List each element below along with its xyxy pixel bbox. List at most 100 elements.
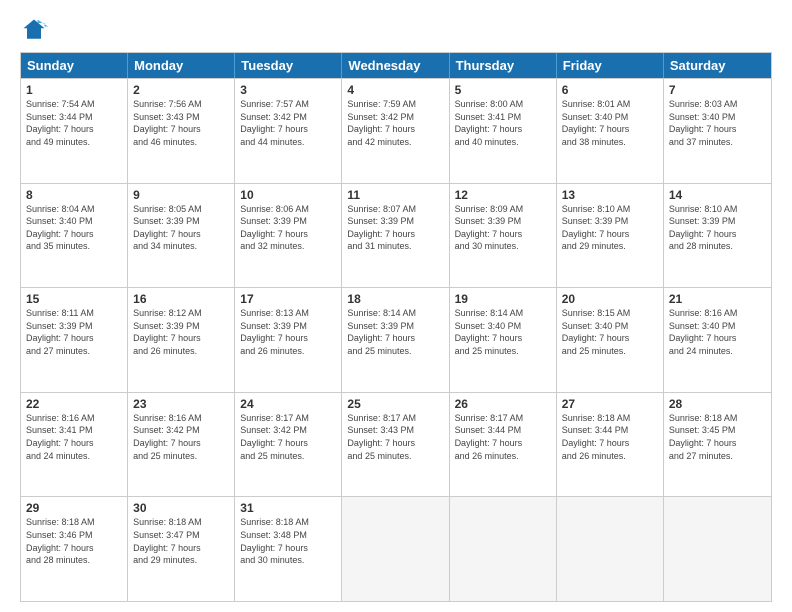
day-info: Sunrise: 8:16 AMSunset: 3:41 PMDaylight:… [26, 412, 122, 462]
day-number: 3 [240, 83, 336, 97]
calendar-cell: 16Sunrise: 8:12 AMSunset: 3:39 PMDayligh… [128, 288, 235, 392]
day-number: 12 [455, 188, 551, 202]
day-number: 9 [133, 188, 229, 202]
logo-icon [20, 16, 48, 44]
calendar-cell: 3Sunrise: 7:57 AMSunset: 3:42 PMDaylight… [235, 79, 342, 183]
day-info: Sunrise: 8:16 AMSunset: 3:42 PMDaylight:… [133, 412, 229, 462]
calendar-cell: 25Sunrise: 8:17 AMSunset: 3:43 PMDayligh… [342, 393, 449, 497]
day-number: 16 [133, 292, 229, 306]
day-number: 6 [562, 83, 658, 97]
calendar-cell: 29Sunrise: 8:18 AMSunset: 3:46 PMDayligh… [21, 497, 128, 601]
day-info: Sunrise: 8:16 AMSunset: 3:40 PMDaylight:… [669, 307, 766, 357]
day-number: 19 [455, 292, 551, 306]
header-cell-sunday: Sunday [21, 53, 128, 78]
day-info: Sunrise: 8:14 AMSunset: 3:39 PMDaylight:… [347, 307, 443, 357]
header-cell-tuesday: Tuesday [235, 53, 342, 78]
day-number: 25 [347, 397, 443, 411]
day-number: 15 [26, 292, 122, 306]
day-info: Sunrise: 8:18 AMSunset: 3:47 PMDaylight:… [133, 516, 229, 566]
day-info: Sunrise: 8:06 AMSunset: 3:39 PMDaylight:… [240, 203, 336, 253]
day-info: Sunrise: 8:18 AMSunset: 3:44 PMDaylight:… [562, 412, 658, 462]
day-info: Sunrise: 8:05 AMSunset: 3:39 PMDaylight:… [133, 203, 229, 253]
calendar-week-1: 1Sunrise: 7:54 AMSunset: 3:44 PMDaylight… [21, 78, 771, 183]
calendar-cell [557, 497, 664, 601]
day-info: Sunrise: 7:56 AMSunset: 3:43 PMDaylight:… [133, 98, 229, 148]
day-info: Sunrise: 7:59 AMSunset: 3:42 PMDaylight:… [347, 98, 443, 148]
day-info: Sunrise: 8:10 AMSunset: 3:39 PMDaylight:… [669, 203, 766, 253]
day-number: 13 [562, 188, 658, 202]
calendar-cell: 24Sunrise: 8:17 AMSunset: 3:42 PMDayligh… [235, 393, 342, 497]
day-info: Sunrise: 8:18 AMSunset: 3:48 PMDaylight:… [240, 516, 336, 566]
day-info: Sunrise: 8:17 AMSunset: 3:43 PMDaylight:… [347, 412, 443, 462]
day-number: 10 [240, 188, 336, 202]
day-info: Sunrise: 8:04 AMSunset: 3:40 PMDaylight:… [26, 203, 122, 253]
calendar-cell: 1Sunrise: 7:54 AMSunset: 3:44 PMDaylight… [21, 79, 128, 183]
day-number: 18 [347, 292, 443, 306]
calendar-cell: 12Sunrise: 8:09 AMSunset: 3:39 PMDayligh… [450, 184, 557, 288]
day-info: Sunrise: 8:14 AMSunset: 3:40 PMDaylight:… [455, 307, 551, 357]
calendar-cell: 17Sunrise: 8:13 AMSunset: 3:39 PMDayligh… [235, 288, 342, 392]
calendar-week-2: 8Sunrise: 8:04 AMSunset: 3:40 PMDaylight… [21, 183, 771, 288]
day-number: 29 [26, 501, 122, 515]
day-info: Sunrise: 8:10 AMSunset: 3:39 PMDaylight:… [562, 203, 658, 253]
day-number: 1 [26, 83, 122, 97]
calendar-cell: 18Sunrise: 8:14 AMSunset: 3:39 PMDayligh… [342, 288, 449, 392]
day-number: 7 [669, 83, 766, 97]
calendar: SundayMondayTuesdayWednesdayThursdayFrid… [20, 52, 772, 602]
day-info: Sunrise: 7:57 AMSunset: 3:42 PMDaylight:… [240, 98, 336, 148]
day-number: 2 [133, 83, 229, 97]
header-cell-monday: Monday [128, 53, 235, 78]
day-number: 28 [669, 397, 766, 411]
calendar-cell: 11Sunrise: 8:07 AMSunset: 3:39 PMDayligh… [342, 184, 449, 288]
day-info: Sunrise: 8:17 AMSunset: 3:42 PMDaylight:… [240, 412, 336, 462]
day-info: Sunrise: 8:03 AMSunset: 3:40 PMDaylight:… [669, 98, 766, 148]
day-number: 22 [26, 397, 122, 411]
day-info: Sunrise: 8:15 AMSunset: 3:40 PMDaylight:… [562, 307, 658, 357]
day-info: Sunrise: 8:00 AMSunset: 3:41 PMDaylight:… [455, 98, 551, 148]
header-cell-thursday: Thursday [450, 53, 557, 78]
calendar-cell: 13Sunrise: 8:10 AMSunset: 3:39 PMDayligh… [557, 184, 664, 288]
calendar-cell: 23Sunrise: 8:16 AMSunset: 3:42 PMDayligh… [128, 393, 235, 497]
day-number: 20 [562, 292, 658, 306]
day-number: 5 [455, 83, 551, 97]
calendar-cell: 30Sunrise: 8:18 AMSunset: 3:47 PMDayligh… [128, 497, 235, 601]
header [20, 16, 772, 44]
calendar-cell [664, 497, 771, 601]
header-cell-wednesday: Wednesday [342, 53, 449, 78]
day-info: Sunrise: 7:54 AMSunset: 3:44 PMDaylight:… [26, 98, 122, 148]
calendar-cell: 21Sunrise: 8:16 AMSunset: 3:40 PMDayligh… [664, 288, 771, 392]
day-number: 26 [455, 397, 551, 411]
calendar-cell: 5Sunrise: 8:00 AMSunset: 3:41 PMDaylight… [450, 79, 557, 183]
day-number: 4 [347, 83, 443, 97]
calendar-header-row: SundayMondayTuesdayWednesdayThursdayFrid… [21, 53, 771, 78]
calendar-week-5: 29Sunrise: 8:18 AMSunset: 3:46 PMDayligh… [21, 496, 771, 601]
calendar-cell: 10Sunrise: 8:06 AMSunset: 3:39 PMDayligh… [235, 184, 342, 288]
header-cell-friday: Friday [557, 53, 664, 78]
calendar-cell: 19Sunrise: 8:14 AMSunset: 3:40 PMDayligh… [450, 288, 557, 392]
calendar-cell: 26Sunrise: 8:17 AMSunset: 3:44 PMDayligh… [450, 393, 557, 497]
day-info: Sunrise: 8:13 AMSunset: 3:39 PMDaylight:… [240, 307, 336, 357]
calendar-cell [342, 497, 449, 601]
day-info: Sunrise: 8:18 AMSunset: 3:45 PMDaylight:… [669, 412, 766, 462]
calendar-cell: 9Sunrise: 8:05 AMSunset: 3:39 PMDaylight… [128, 184, 235, 288]
calendar-body: 1Sunrise: 7:54 AMSunset: 3:44 PMDaylight… [21, 78, 771, 601]
calendar-cell: 14Sunrise: 8:10 AMSunset: 3:39 PMDayligh… [664, 184, 771, 288]
day-number: 17 [240, 292, 336, 306]
day-info: Sunrise: 8:09 AMSunset: 3:39 PMDaylight:… [455, 203, 551, 253]
day-number: 11 [347, 188, 443, 202]
day-number: 14 [669, 188, 766, 202]
header-cell-saturday: Saturday [664, 53, 771, 78]
day-info: Sunrise: 8:18 AMSunset: 3:46 PMDaylight:… [26, 516, 122, 566]
day-info: Sunrise: 8:17 AMSunset: 3:44 PMDaylight:… [455, 412, 551, 462]
calendar-page: SundayMondayTuesdayWednesdayThursdayFrid… [0, 0, 792, 612]
calendar-cell: 31Sunrise: 8:18 AMSunset: 3:48 PMDayligh… [235, 497, 342, 601]
day-number: 21 [669, 292, 766, 306]
logo [20, 16, 52, 44]
calendar-cell: 8Sunrise: 8:04 AMSunset: 3:40 PMDaylight… [21, 184, 128, 288]
calendar-cell: 15Sunrise: 8:11 AMSunset: 3:39 PMDayligh… [21, 288, 128, 392]
calendar-cell: 27Sunrise: 8:18 AMSunset: 3:44 PMDayligh… [557, 393, 664, 497]
day-info: Sunrise: 8:07 AMSunset: 3:39 PMDaylight:… [347, 203, 443, 253]
calendar-cell: 4Sunrise: 7:59 AMSunset: 3:42 PMDaylight… [342, 79, 449, 183]
calendar-cell: 7Sunrise: 8:03 AMSunset: 3:40 PMDaylight… [664, 79, 771, 183]
calendar-cell: 2Sunrise: 7:56 AMSunset: 3:43 PMDaylight… [128, 79, 235, 183]
